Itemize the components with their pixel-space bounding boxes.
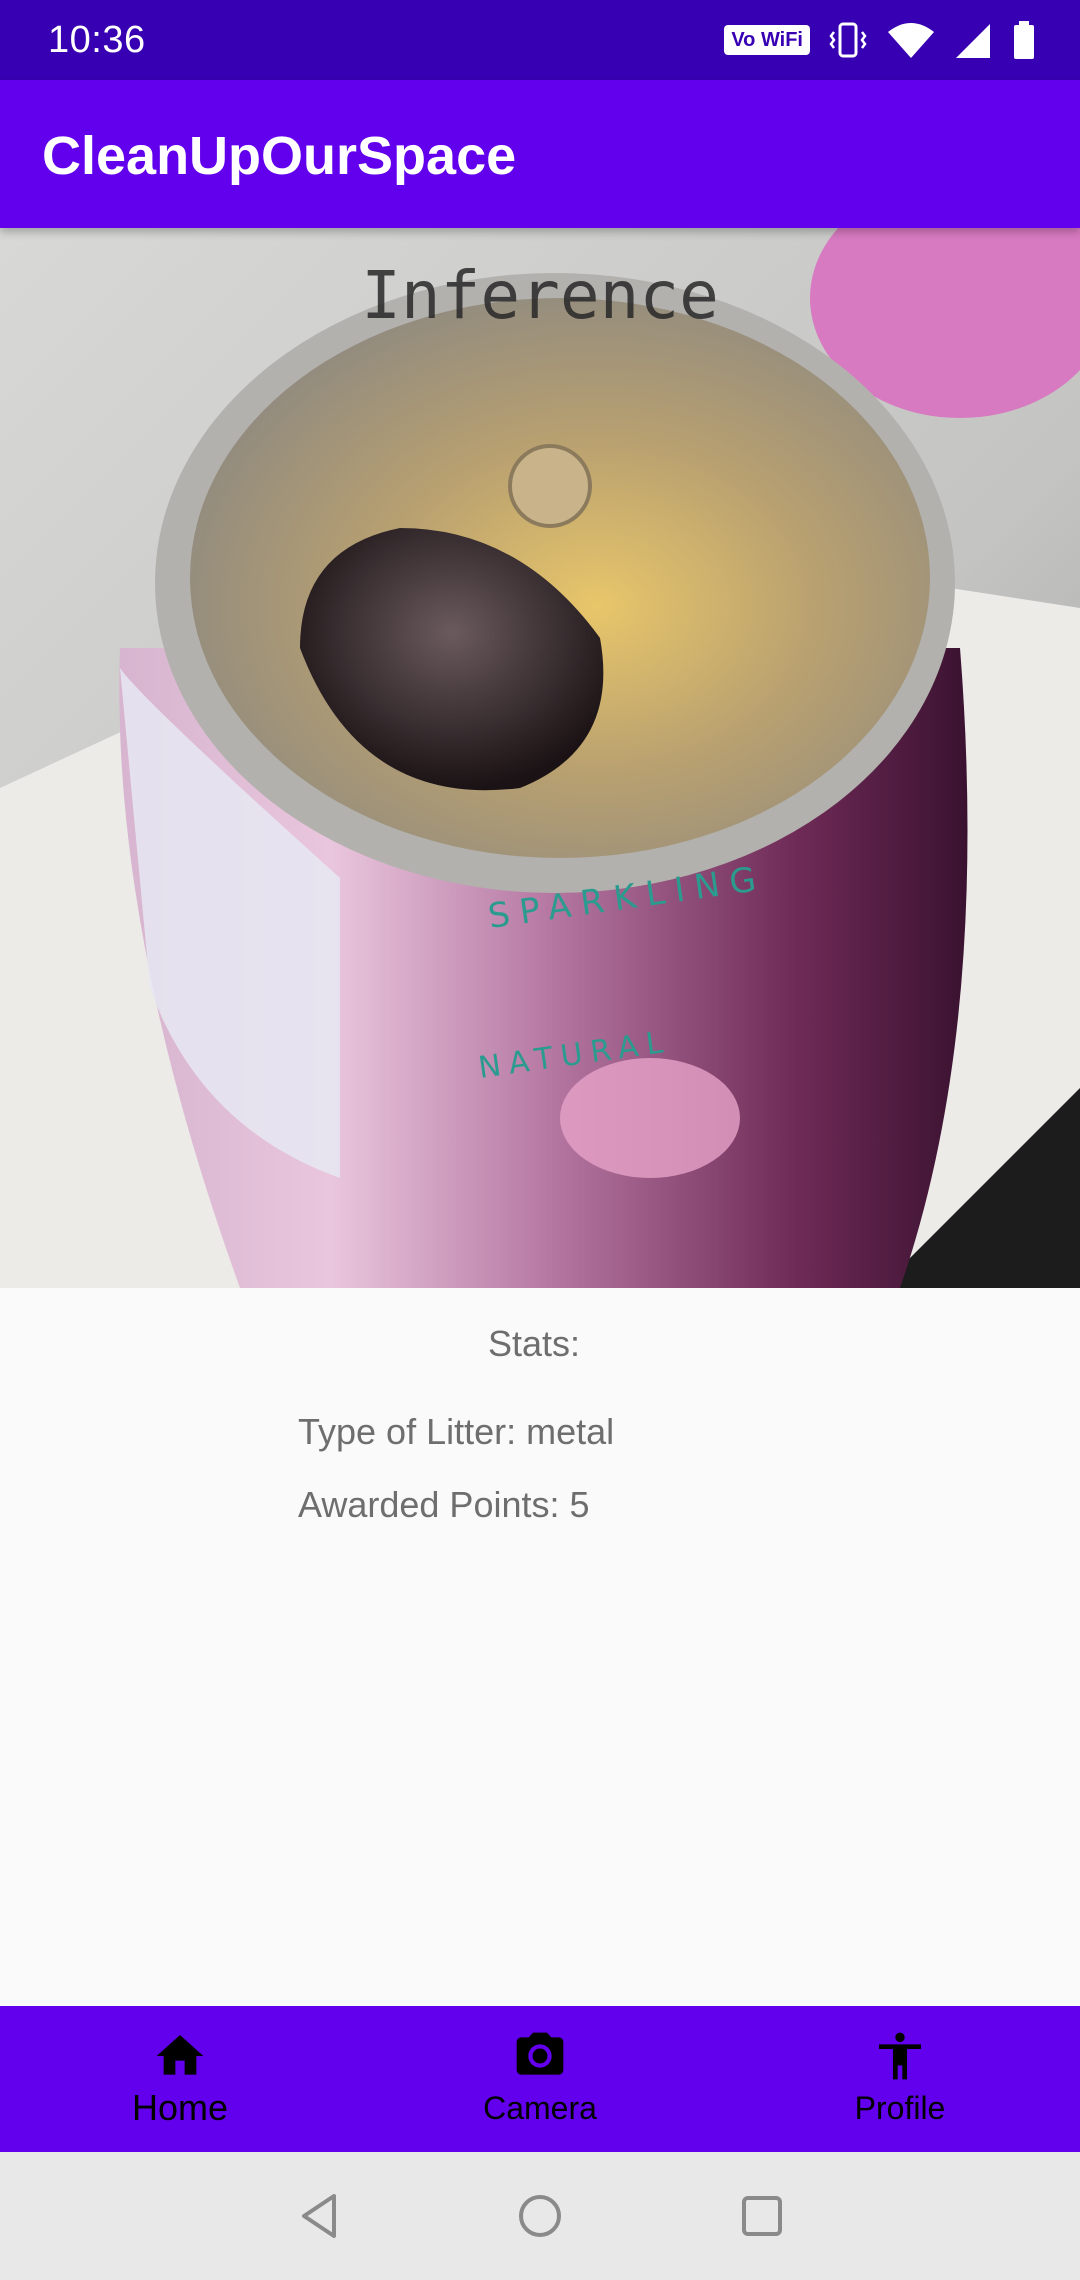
camera-icon — [516, 2032, 564, 2075]
battery-icon — [1014, 21, 1034, 59]
inference-label: Inference — [361, 257, 719, 334]
wifi-icon — [888, 23, 934, 58]
cellular-signal-icon — [956, 24, 990, 58]
status-icons: Vo WiFi — [724, 18, 1036, 62]
system-navigation-bar — [0, 2152, 1080, 2280]
vibrate-icon — [829, 22, 867, 58]
back-icon[interactable] — [290, 2186, 350, 2246]
nav-camera[interactable]: Camera — [360, 2006, 720, 2152]
status-bar: 10:36 Vo WiFi — [0, 0, 1080, 80]
nav-profile[interactable]: Profile — [720, 2006, 1080, 2152]
can-photo-illustration: SPARKLING NATURAL — [0, 228, 1080, 1288]
nav-home[interactable]: Home — [0, 2006, 360, 2152]
home-icon — [156, 2035, 204, 2075]
home-circle-icon[interactable] — [510, 2186, 570, 2246]
nav-camera-label: Camera — [483, 2090, 597, 2126]
awarded-points-text: Awarded Points: 5 — [298, 1484, 590, 1525]
status-time: 10:36 — [48, 19, 146, 61]
litter-type-text: Type of Litter: metal — [298, 1411, 615, 1452]
app-title: CleanUpOurSpace — [42, 126, 517, 186]
inference-photo: SPARKLING NATURAL Inference — [0, 228, 1080, 1288]
accessibility-person-icon — [879, 2032, 921, 2080]
bottom-navigation: Home Camera Profile — [0, 2006, 1080, 2152]
recents-icon[interactable] — [732, 2186, 792, 2246]
app-bar: CleanUpOurSpace — [0, 80, 1080, 228]
vowifi-icon: Vo WiFi — [724, 25, 810, 55]
nav-home-label: Home — [131, 2087, 229, 2128]
nav-profile-label: Profile — [854, 2090, 946, 2126]
screen: 10:36 Vo WiFi CleanUpOurSpace SPARKLING … — [0, 0, 1080, 2280]
stats-title: Stats: — [487, 1323, 581, 1364]
